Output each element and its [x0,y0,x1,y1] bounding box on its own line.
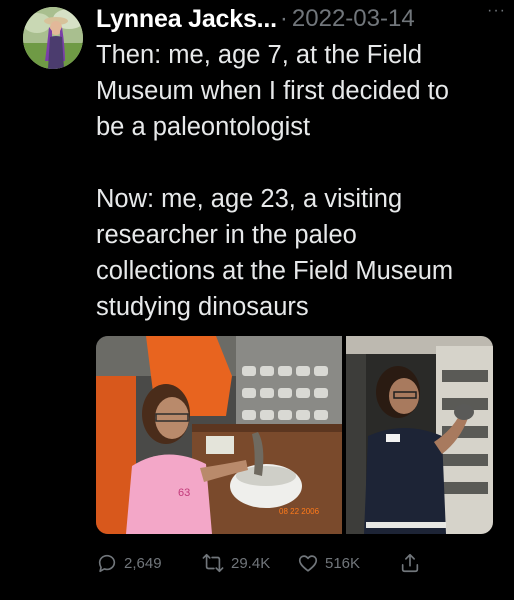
retweet-count: 29.4K [231,554,271,572]
more-options-icon[interactable]: ··· [487,2,506,20]
photo-now[interactable] [346,336,493,534]
like-button[interactable]: 516K [297,552,399,574]
author-avatar[interactable] [23,7,83,69]
shirt-number: 63 [178,487,190,499]
tweet-date[interactable]: 2022-03-14 [292,5,415,33]
photo-timestamp: 08 22 2006 [279,507,320,516]
retweet-icon [202,553,224,573]
tweet-text-then: Then: me, age 7, at the Field Museum whe… [96,41,449,141]
tweet-text-now: Now: me, age 23, a visiting researcher i… [96,185,454,321]
photo-then[interactable]: 63 08 22 2006 [96,336,342,534]
author-name[interactable]: Lynnea Jacks... [96,5,277,34]
reply-count: 2,649 [124,554,162,572]
tweet-header: Lynnea Jacks... · 2022-03-14 [96,4,514,34]
tweet-actions: 2,649 29.4K 516K [96,550,496,576]
reply-button[interactable]: 2,649 [96,552,196,574]
share-button[interactable] [399,552,429,574]
share-icon [401,553,419,573]
like-count: 516K [325,554,361,572]
tweet-media: 63 08 22 2006 [96,336,493,534]
tweet[interactable]: Lynnea Jacks... · 2022-03-14 ··· Then: m… [0,0,514,600]
tweet-text: Then: me, age 7, at the Field Museum whe… [96,37,506,325]
heart-icon [298,555,318,572]
retweet-button[interactable]: 29.4K [201,552,297,574]
reply-icon [98,554,116,573]
header-separator: · [279,5,288,32]
